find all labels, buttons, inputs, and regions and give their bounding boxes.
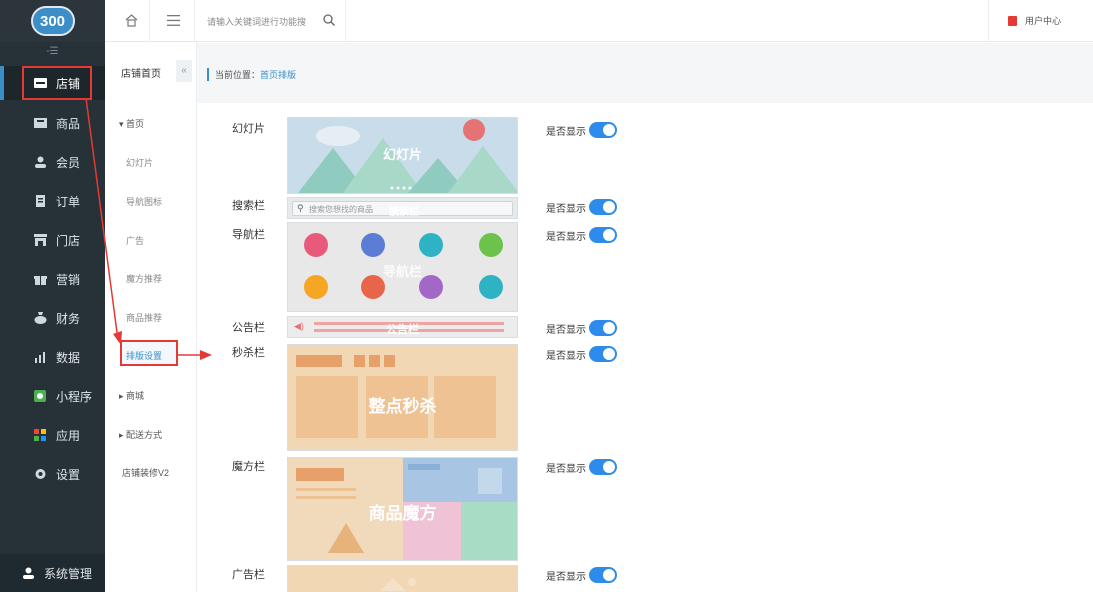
- annotation-arrows: [85, 97, 212, 360]
